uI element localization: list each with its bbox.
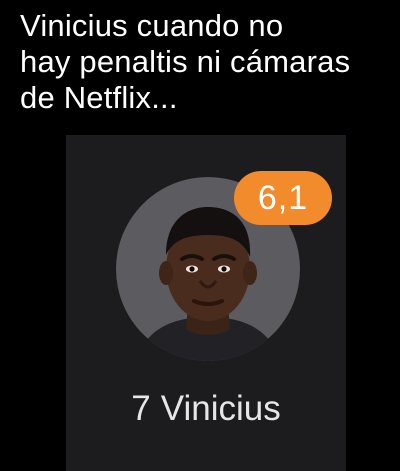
rating-badge: 6,1 [234,171,332,225]
player-label: 7 Vinicius [66,387,346,431]
meme-caption: Vinicius cuando no hay penaltis ni cámar… [20,8,395,116]
player-name: Vinicius [160,389,281,428]
player-number: 7 [131,389,151,428]
caption-line-1: Vinicius cuando no [20,8,284,43]
player-rating-card[interactable]: 6,1 7 Vinicius [66,135,346,471]
caption-line-3: de Netflix... [20,80,178,115]
caption-line-2: hay penaltis ni cámaras [20,44,351,79]
